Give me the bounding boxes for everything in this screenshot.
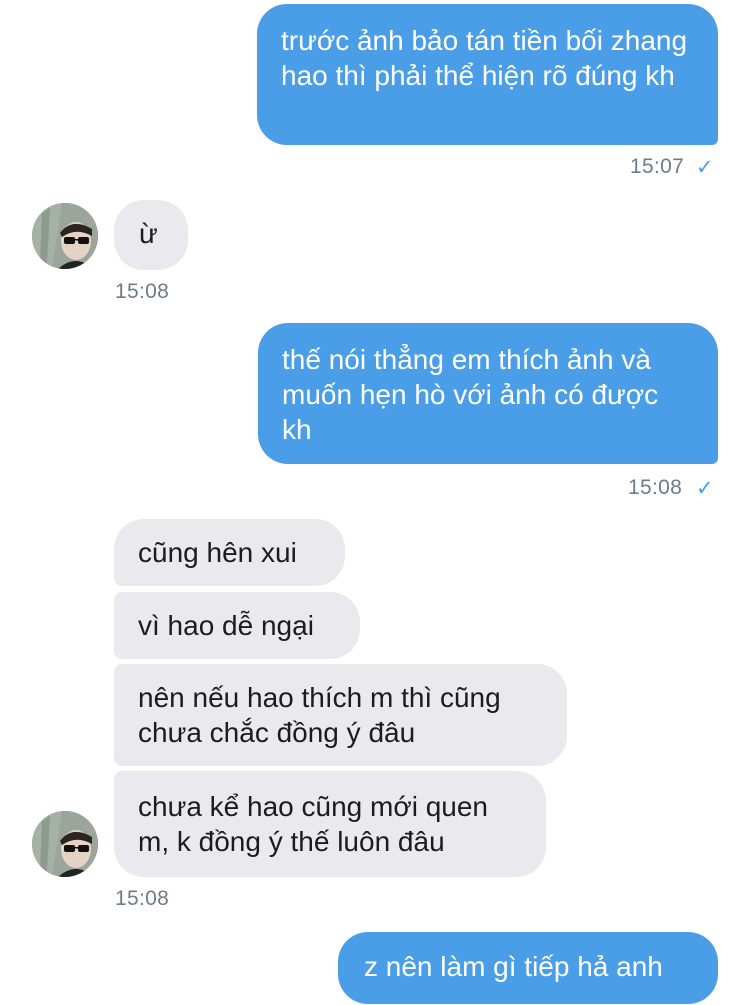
sent-message-bubble[interactable]: z nên làm gì tiếp hả anh	[338, 932, 718, 1004]
message-text: z nên làm gì tiếp hả anh	[364, 951, 663, 982]
message-text: chưa kể hao cũng mới quen m, k đồng ý th…	[138, 791, 488, 857]
check-icon: ✓	[696, 156, 714, 179]
received-message-bubble[interactable]: vì hao dễ ngại	[114, 592, 360, 659]
message-timestamp: 15:08	[115, 280, 170, 303]
message-text: cũng hên xui	[138, 537, 297, 568]
message-text: nên nếu hao thích m thì cũng chưa chắc đ…	[138, 682, 501, 748]
message-text: thế nói thẳng em thích ảnh và muốn hẹn h…	[282, 344, 659, 445]
avatar[interactable]	[32, 203, 98, 269]
message-text: ừ	[139, 218, 158, 249]
message-timestamp: 15:08	[115, 887, 170, 910]
avatar[interactable]	[32, 811, 98, 877]
received-message-bubble[interactable]: nên nếu hao thích m thì cũng chưa chắc đ…	[114, 664, 567, 766]
received-message-bubble[interactable]: cũng hên xui	[114, 519, 345, 586]
message-timestamp: 15:08	[628, 476, 683, 499]
message-text: vì hao dễ ngại	[138, 610, 314, 641]
message-timestamp: 15:07	[630, 155, 685, 178]
received-message-bubble[interactable]: chưa kể hao cũng mới quen m, k đồng ý th…	[114, 771, 546, 877]
sent-message-bubble[interactable]: trước ảnh bảo tán tiền bối zhang hao thì…	[257, 4, 718, 145]
sent-message-bubble[interactable]: thế nói thẳng em thích ảnh và muốn hẹn h…	[258, 323, 718, 464]
received-message-bubble[interactable]: ừ	[114, 200, 188, 270]
check-icon: ✓	[696, 477, 714, 500]
message-text: trước ảnh bảo tán tiền bối zhang hao thì…	[281, 25, 688, 91]
